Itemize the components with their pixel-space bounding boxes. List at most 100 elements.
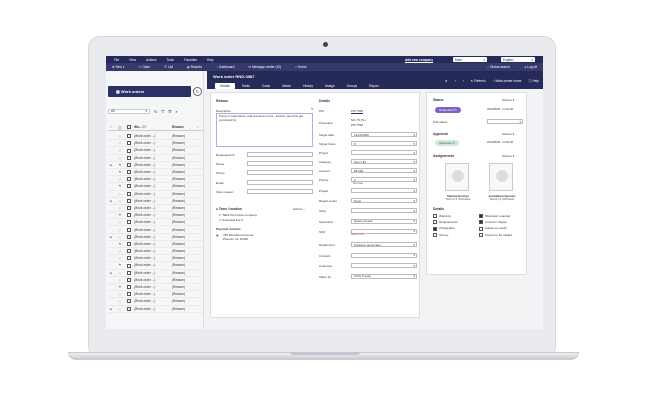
row-checkbox[interactable] — [126, 227, 134, 232]
row-checkbox[interactable] — [126, 206, 134, 211]
list-item[interactable]: ◆ ◇ (Work order ...) (Reason) — [108, 270, 203, 277]
description-textarea[interactable]: Pump is intermittent, and pressure is lo… — [216, 113, 313, 147]
menu-file[interactable]: File — [114, 58, 119, 62]
detail-checkbox[interactable]: Follow up needs — [479, 226, 507, 231]
row-checkbox[interactable] — [126, 162, 134, 167]
add-company-link[interactable]: Add new company — [405, 58, 433, 62]
list-item[interactable]: ⚑ (Work order ...) (Reason) — [108, 169, 203, 177]
refresh-button[interactable]: ↻ Refresh — [471, 79, 486, 83]
details-field-input[interactable]: None ▾ — [351, 198, 417, 204]
list-item[interactable]: ◇ (Work order ...) (Reason) — [108, 133, 203, 141]
menu-view[interactable]: View — [129, 58, 136, 62]
detail-checkbox[interactable]: Prompt to be mailed — [479, 233, 512, 237]
row-checkbox[interactable] — [126, 270, 134, 275]
row-checkbox[interactable] — [126, 299, 134, 304]
list-button[interactable]: ☰ List — [164, 65, 173, 69]
avatar[interactable] — [445, 163, 469, 191]
refresh-icon[interactable]: ↻ — [154, 109, 157, 114]
reason-field-input[interactable] — [247, 170, 313, 176]
approval-actions[interactable]: Actions ▾ — [502, 132, 514, 136]
language-select[interactable]: English ▾ — [501, 57, 535, 62]
details-field-input[interactable]: Pressure pump lane ▾ — [351, 242, 417, 247]
detail-checkbox[interactable]: Warranty — [433, 214, 451, 219]
details-field-input[interactable]: Test 1 lbl ▾ — [351, 159, 417, 164]
list-item[interactable]: ◇ (Work order ...) (Reason) — [108, 176, 203, 184]
list-item[interactable]: ◇ (Work order ...) (Reason) — [108, 147, 203, 155]
prev-icon[interactable]: ‹ — [455, 79, 456, 83]
company-select[interactable]: Mark ▾ — [453, 57, 487, 62]
tab-costs[interactable]: Costs — [257, 83, 275, 89]
row-checkbox[interactable] — [126, 256, 134, 261]
details-field-input[interactable]: 8 ▾ — [351, 141, 417, 146]
row-checkbox[interactable] — [126, 177, 134, 182]
new-button[interactable]: ✚ New ▾ — [112, 65, 124, 69]
pm-link[interactable]: PM 7558 — [351, 109, 363, 113]
row-checkbox[interactable] — [126, 213, 134, 218]
detail-checkbox[interactable]: Shutdown required — [479, 214, 510, 219]
row-checkbox[interactable] — [126, 306, 134, 311]
list-item[interactable]: ◇ (Work order ...) (Reason) — [108, 205, 203, 213]
reason-field-input[interactable] — [247, 161, 313, 167]
logout-button[interactable]: ⇥ Log off — [524, 65, 537, 69]
details-field-input[interactable]: Queue Anand ▾ — [351, 218, 417, 224]
status-actions[interactable]: Actions ▾ — [502, 98, 514, 102]
details-field-input[interactable]: ▾ — [351, 188, 417, 193]
list-item[interactable]: ⚑ (Work order ...) (Reason) — [108, 212, 203, 220]
details-field-input[interactable]: 12/11/2026 ▾ — [351, 132, 417, 137]
help-button[interactable]: ⓘ Help — [528, 78, 539, 83]
tab-details[interactable]: Details — [215, 83, 235, 89]
row-checkbox[interactable] — [126, 170, 134, 175]
list-item[interactable]: ◇ (Work order ...) (Reason) — [108, 291, 203, 299]
row-checkbox[interactable] — [126, 148, 134, 153]
row-checkbox[interactable] — [126, 263, 134, 268]
list-item[interactable]: ◇ (Work order ...) (Reason) — [108, 248, 203, 256]
sort-icon[interactable]: ↓ — [197, 125, 199, 129]
list-item[interactable]: ⚑ (Work order ...) (Reason) — [108, 284, 203, 292]
list-item[interactable]: ◆ ◇ (Work order ...) (Reason) — [108, 306, 203, 313]
list-item[interactable]: ◇ (Work order ...) (Reason) — [108, 298, 203, 306]
detail-checkbox[interactable]: Requirements — [433, 220, 458, 225]
reason-field-input[interactable] — [247, 152, 313, 157]
list-item[interactable]: ◆ ◇ (Work order ...) (Reason) — [108, 198, 203, 205]
list-item[interactable]: ◆ ⚑ (Work order ...) (Reason) — [108, 162, 203, 169]
row-checkbox[interactable] — [126, 241, 134, 246]
list-item[interactable]: ⚑ (Work order ...) (Reason) — [108, 241, 203, 248]
message-center-button[interactable]: ✉ Message center (10) — [248, 65, 281, 69]
refresh-round-button[interactable]: ↻ — [193, 87, 202, 96]
edit-icon[interactable]: ✎ — [311, 107, 314, 111]
row-checkbox[interactable] — [126, 220, 134, 225]
team-actions-button[interactable]: Actions ⋮ — [293, 207, 307, 211]
row-checkbox[interactable] — [126, 141, 134, 146]
home-button[interactable]: ⌂ Home — [295, 65, 306, 69]
list-item[interactable]: ◇ (Work order ...) (Reason) — [108, 277, 203, 284]
detail-checkbox[interactable]: Survey — [433, 233, 448, 237]
next-icon[interactable]: › — [463, 79, 464, 83]
details-field-input[interactable]: ▾ — [351, 263, 417, 268]
menu-actions[interactable]: Actions — [146, 58, 156, 62]
row-checkbox[interactable] — [126, 155, 134, 160]
details-field-input[interactable]: ▾ — [351, 150, 417, 155]
tab-report[interactable]: Report — [364, 83, 384, 89]
menu-tools[interactable]: Tools — [166, 58, 173, 62]
menu-help[interactable]: Help — [207, 58, 214, 62]
open-button[interactable]: ▭ Open — [138, 65, 150, 69]
reason-field-input[interactable] — [247, 179, 313, 185]
dashboard-button[interactable]: ◔ Dashboard — [216, 65, 234, 69]
list-item[interactable]: ⚑ (Work order ...) (Reason) — [108, 183, 203, 191]
col-header-wo[interactable]: Wo... ⛉ ⋮ — [134, 125, 172, 129]
tab-history[interactable]: History — [298, 83, 318, 89]
row-checkbox[interactable] — [126, 191, 134, 196]
tab-assign[interactable]: Assign — [320, 83, 340, 89]
list-item[interactable]: ◇ (Work order ...) (Reason) — [108, 226, 203, 234]
list-item[interactable]: ⚑ (Work order ...) (Reason) — [108, 262, 203, 270]
details-field-input[interactable]: ▾ — [351, 252, 417, 258]
row-checkbox[interactable] — [126, 249, 134, 254]
star-icon[interactable]: ★ — [445, 79, 448, 83]
row-checkbox[interactable] — [126, 134, 134, 139]
details-field-input[interactable]: Chris Treace ▾ — [351, 273, 417, 279]
list-item[interactable]: ◇ (Work order ...) (Reason) — [108, 155, 203, 162]
details-field-input[interactable]: 58 290 ▾ — [351, 168, 417, 173]
list-item[interactable]: ◇ (Work order ...) (Reason) — [108, 140, 203, 148]
col-header-reason[interactable]: Reason — [172, 125, 197, 129]
tab-groups[interactable]: Groups — [342, 83, 362, 89]
